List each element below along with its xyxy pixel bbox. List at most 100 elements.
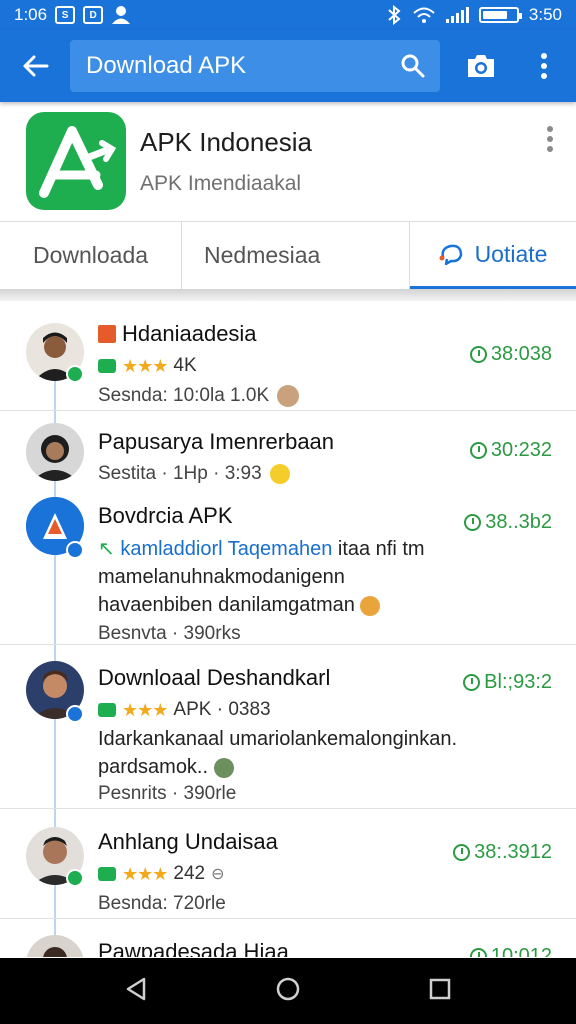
clock-icon xyxy=(469,442,487,459)
list-item[interactable]: Anhlang Undaisaa ★★★ 242 ⊖ Besnda: 720rl… xyxy=(0,809,576,919)
bluetooth-icon xyxy=(388,5,401,25)
mini-avatar xyxy=(277,385,300,407)
search-icon[interactable] xyxy=(400,53,426,79)
list-item[interactable]: Downloaal Deshandkarl ★★★ APK · 0383 Ida… xyxy=(0,645,576,809)
status-clock: 3:50 xyxy=(528,5,562,24)
nav-back-button[interactable] xyxy=(124,976,148,1007)
clock-icon xyxy=(463,674,481,691)
tab-bar: Downloada Nedmesiaa Uotiate xyxy=(0,221,576,289)
clock-icon xyxy=(469,346,487,363)
search-field[interactable]: Download APK xyxy=(70,40,440,92)
verified-badge xyxy=(66,705,84,723)
camera-button[interactable] xyxy=(440,30,522,102)
time-label: 10:012 xyxy=(490,945,552,957)
app-menu-button[interactable] xyxy=(546,126,554,157)
more-vert-icon xyxy=(541,53,547,79)
app-tag-icon xyxy=(98,867,116,881)
item-meta: Sestita · 1Hp · 3:93 xyxy=(98,463,262,484)
tab-label: Downloada xyxy=(32,242,149,268)
tab-update[interactable]: Uotiate xyxy=(410,222,576,289)
item-meta: Sesnda: 10:0la 1.0K xyxy=(98,385,270,406)
nav-recents-button[interactable] xyxy=(428,977,452,1006)
item-title: Anhlang Undaisaa xyxy=(98,829,278,854)
item-title: Pawpadesada Hiaa xyxy=(98,939,289,957)
camera-icon xyxy=(468,55,494,77)
emoji-icon xyxy=(360,595,381,616)
rating-text: APK · 0383 xyxy=(173,699,271,720)
item-meta: Besnvta · 390rks xyxy=(98,623,241,644)
item-time: 30:232 xyxy=(469,439,552,462)
avatar xyxy=(26,935,84,957)
info-icon: ⊖ xyxy=(211,866,225,883)
clock-icon xyxy=(453,844,471,861)
arrow-back-icon xyxy=(23,55,49,77)
clock-icon xyxy=(464,514,482,531)
item-title: Papusarya Imenrerbaan xyxy=(98,429,335,454)
app-logo xyxy=(26,112,126,210)
item-time: 38:038 xyxy=(469,343,552,366)
time-label: 38..3b2 xyxy=(485,511,552,533)
body-text: Idarkankanaal umariolankemalonginkan. pa… xyxy=(98,728,458,778)
app-subtitle: APK Imendiaakal xyxy=(140,171,302,195)
red-tag-icon xyxy=(98,325,116,343)
time-label: 38:.3912 xyxy=(474,841,552,863)
list-item[interactable]: Hdaniaadesia ★★★ 4K Sesnda: 10:0la 1.0K … xyxy=(0,301,576,411)
battery-icon xyxy=(478,7,522,23)
download-icon-label: D xyxy=(89,9,97,21)
triangle-back-icon xyxy=(126,977,145,1000)
apk-logo-icon xyxy=(39,126,116,198)
feed-list: Hdaniaadesia ★★★ 4K Sesnda: 10:0la 1.0K … xyxy=(0,301,576,957)
wifi-icon xyxy=(413,7,435,23)
circle-home-icon xyxy=(276,977,300,1000)
tab-divider xyxy=(0,289,576,301)
online-badge xyxy=(66,869,84,887)
time-label: 30:232 xyxy=(490,439,552,461)
status-dot xyxy=(269,464,290,484)
sim-icon-label: S xyxy=(61,9,69,21)
list-item[interactable]: Pawpadesada Hiaa 10:012 xyxy=(0,919,576,957)
system-nav-bar xyxy=(0,958,576,1024)
rating-stars: ★★★ xyxy=(122,355,168,376)
mini-avatar xyxy=(213,757,234,778)
avatar xyxy=(26,423,84,481)
download-notification-icon: D xyxy=(83,6,104,24)
search-query: Download APK xyxy=(86,52,247,79)
item-meta: Besnda: 720rle xyxy=(98,893,226,914)
body-highlight[interactable]: kamladdiorl Taqemahen xyxy=(120,538,332,560)
app-tag-icon xyxy=(98,359,116,373)
online-badge xyxy=(66,365,84,383)
tab-indonesia[interactable]: Nedmesiaa xyxy=(182,222,410,289)
tab-downloads[interactable]: Downloada xyxy=(0,222,182,289)
item-body: Idarkankanaal umariolankemalonginkan. pa… xyxy=(98,725,476,781)
app-bar: Download APK xyxy=(0,30,576,102)
time-label: 38:038 xyxy=(490,343,552,365)
app-title: APK Indonesia xyxy=(140,126,313,157)
nav-home-button[interactable] xyxy=(275,976,301,1007)
tab-label: Nedmesiaa xyxy=(204,242,321,268)
item-time: 10:012 xyxy=(469,945,552,957)
list-item[interactable]: Bovdrcia APK ↖ kamladdiorl Taqemahen ita… xyxy=(0,489,576,645)
status-bar: 1:06 S D 3:50 xyxy=(0,0,576,30)
clock-icon xyxy=(469,948,487,957)
item-body: ↖ kamladdiorl Taqemahen itaa nfi tm mame… xyxy=(98,538,425,616)
rating-text: 4K xyxy=(173,355,197,376)
item-time: Bl:;93:2 xyxy=(463,671,552,694)
item-title: Downloaal Deshandkarl xyxy=(98,665,331,690)
status-time: 1:06 xyxy=(14,5,48,24)
square-recents-icon xyxy=(430,978,451,999)
overflow-menu-button[interactable] xyxy=(522,30,566,102)
rating-text: 242 xyxy=(173,863,206,884)
more-vert-icon xyxy=(547,126,553,152)
sim-icon: S xyxy=(55,6,76,24)
list-item[interactable]: Papusarya Imenrerbaan Sestita · 1Hp · 3:… xyxy=(0,411,576,489)
update-icon xyxy=(439,244,462,265)
time-label: Bl:;93:2 xyxy=(484,671,552,693)
app-header: APK Indonesia APK Imendiaakal xyxy=(0,102,576,220)
signal-icon xyxy=(445,7,469,23)
rating-stars: ★★★ xyxy=(122,863,168,884)
account-icon xyxy=(112,6,131,24)
back-button[interactable] xyxy=(0,30,70,102)
item-meta: Pesnrits · 390rle xyxy=(98,783,237,804)
item-title: Hdaniaadesia xyxy=(122,321,257,346)
tab-label: Uotiate xyxy=(474,240,548,267)
